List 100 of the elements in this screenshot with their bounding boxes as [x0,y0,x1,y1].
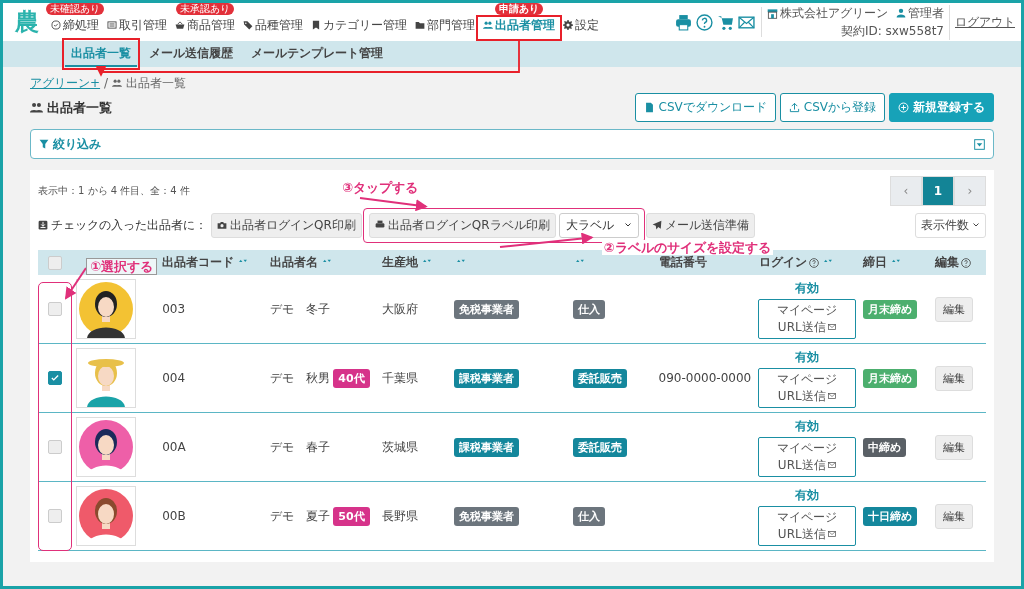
cart-icon [717,13,735,31]
seller-code: 00A [162,440,186,454]
filter-panel[interactable]: 絞り込み [30,129,994,159]
prefecture: 大阪府 [382,301,419,316]
mail-icon [827,530,836,538]
contract-id: 契約ID: sxw558t7 [840,22,944,40]
seller-name: デモ 秋男 [270,370,331,385]
edit-button[interactable]: 編集 [934,296,973,322]
phone-number: 090-0000-0000 [658,371,752,385]
row-checkbox[interactable] [48,302,62,316]
seller-code: 003 [162,302,186,316]
printer-icon [374,220,385,230]
tax-status-tag: 課税事業者 [454,368,520,388]
subnav-tab[interactable]: メールテンプレート管理 [245,41,389,67]
select-all-checkbox[interactable] [48,255,62,270]
seller-name: デモ 夏子 [270,508,331,523]
edit-button[interactable]: 編集 [934,365,973,391]
page-title: 出品者一覧 [47,98,112,117]
qr-label-print-button[interactable]: 出品者ログインQRラベル印刷 [368,212,556,238]
mail-icon [827,323,836,331]
tax-status-tag: 課税事業者 [454,437,520,457]
nav-tab[interactable]: 品種管理 [239,3,307,41]
basket-icon [175,20,185,30]
column-header: 編集 [934,254,959,271]
login-status: 有効 [794,417,819,435]
breadcrumb-separator: / [104,76,109,90]
edit-button[interactable]: 編集 [934,503,973,529]
login-status: 有効 [794,348,819,366]
closing-day-tag: 月末締め [862,299,917,319]
label-size-select[interactable]: 大ラベル [558,212,639,238]
seller-name: デモ 春子 [270,439,331,454]
callout-text: ③タップする [342,180,418,195]
notice-badge: 申請あり [495,3,543,15]
download-icon [38,220,48,230]
user-name: 管理者 [908,4,944,22]
filter-label: 絞り込み [53,135,101,153]
prefecture: 千葉県 [382,370,419,385]
page-button[interactable]: 1 [922,176,954,206]
breadcrumb-current: 出品者一覧 [126,74,187,92]
folder-icon [415,20,425,30]
mypage-url-send-button[interactable]: マイページ URL送信 [757,367,856,408]
row-checkbox[interactable] [48,509,62,523]
prefecture: 長野県 [382,508,419,523]
tag-icon [243,20,253,30]
mypage-url-send-button[interactable]: マイページ URL送信 [757,505,856,546]
column-header: 出品者名 [270,254,319,271]
expand-icon [974,138,985,150]
mail-prepare-button[interactable]: メール送信準備 [645,212,755,238]
mail-icon [827,392,836,400]
row-checkbox[interactable] [48,371,62,385]
seller-name: デモ 冬子 [270,301,331,316]
mypage-url-send-button[interactable]: マイページ URL送信 [757,436,856,477]
seller-code: 00B [162,509,186,523]
callout-text: ②ラベルのサイズを設定する [601,240,773,255]
notice-badge: 未確認あり [46,3,104,15]
plus-circle-icon [898,102,909,113]
tax-status-tag: 免税事業者 [454,506,520,526]
help-icon [696,13,714,31]
user-icon [896,8,906,18]
nav-tab[interactable]: 部門管理 [411,3,479,41]
tax-status-tag: 免税事業者 [454,299,520,319]
logout-link[interactable]: ログアウト [950,13,1015,31]
checkmark-icon [50,373,60,383]
mypage-url-send-button[interactable]: マイページ URL送信 [757,298,856,339]
csv-button[interactable]: CSVから登録 [779,93,885,122]
notice-badge: 未承認あり [176,3,234,15]
subnav-tab[interactable]: メール送信履歴 [143,41,239,67]
people-icon [112,78,123,88]
column-header: 生産地 [382,254,419,271]
qr-print-button[interactable]: 出品者ログインQR印刷 [211,212,362,238]
trade-type-tag: 委託販売 [572,437,627,457]
row-checkbox[interactable] [48,440,62,454]
people-icon [483,20,493,30]
nav-tab[interactable]: カテゴリー管理 [307,3,411,41]
age-tag: 50代 [333,506,370,526]
list-icon [107,20,117,30]
column-header: ログイン [758,255,807,271]
trade-type-tag: 委託販売 [572,368,627,388]
edit-button[interactable]: 編集 [934,434,973,460]
nav-tab[interactable]: 未承認あり 商品管理 [171,3,239,41]
callout-text: ①選択する [86,258,157,275]
breadcrumb-link[interactable]: アグリーン+ [30,74,101,92]
upload-icon [788,102,800,113]
csv-button[interactable]: CSVでダウンロード [634,93,776,122]
trade-type-tag: 仕入 [572,299,605,319]
store-icon [767,7,779,19]
page-size-button[interactable]: 表示件数 [915,212,986,238]
chevron-down-icon [972,221,980,229]
prefecture: 茨城県 [382,439,419,454]
closing-day-tag: 月末締め [862,368,917,388]
closing-day-tag: 中締め [862,437,906,457]
mail-icon [827,461,836,469]
nav-tab[interactable]: 未確認あり 締処理 [47,3,103,41]
nav-tab[interactable]: 設定 [559,3,603,41]
column-header: 締日 [862,254,887,271]
nav-tab[interactable]: 取引管理 [103,3,171,41]
result-count: 表示中：1 から 4 件目、全：4 件 [38,184,190,198]
column-header: 電話番号 [658,255,707,271]
mail-icon [738,13,756,31]
chevron-down-icon [623,221,632,229]
